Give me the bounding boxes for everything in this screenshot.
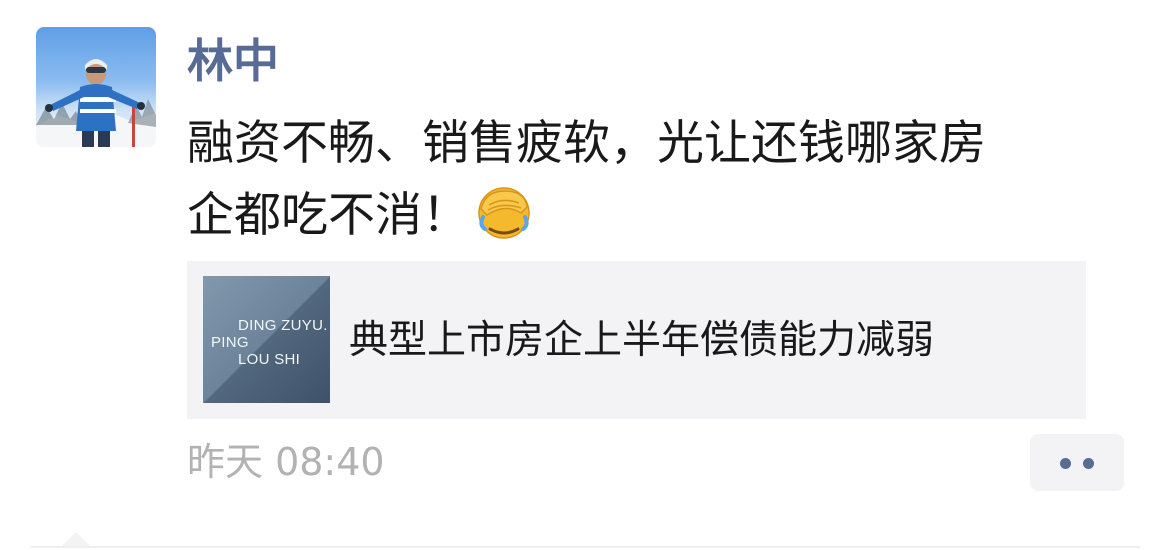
author-name[interactable]: 林中 bbox=[187, 30, 279, 92]
thumb-text: DING ZUYU. bbox=[238, 317, 328, 334]
skier-photo bbox=[36, 59, 156, 147]
post-timestamp: 昨天 08:40 bbox=[187, 440, 385, 484]
post-text: 融资不畅、销售疲软，光让还钱哪家房 企都吃不消！ bbox=[187, 108, 1137, 252]
dot-icon bbox=[1083, 458, 1094, 469]
more-actions-button[interactable] bbox=[1030, 434, 1124, 491]
post-text-line-content: 企都吃不消！ bbox=[187, 188, 469, 243]
post-text-line: 企都吃不消！ bbox=[187, 180, 1137, 252]
link-thumbnail: DING ZUYU. PING LOU SHI bbox=[203, 276, 330, 403]
thumb-text: PING bbox=[211, 334, 249, 351]
dot-icon bbox=[1060, 458, 1071, 469]
divider bbox=[30, 546, 1140, 548]
comment-pointer bbox=[62, 532, 90, 546]
thumb-text: LOU SHI bbox=[238, 351, 301, 368]
link-title: 典型上市房企上半年偿债能力减弱 bbox=[349, 318, 935, 363]
facepalm-emoji-icon bbox=[475, 183, 533, 241]
post-text-line: 融资不畅、销售疲软，光让还钱哪家房 bbox=[187, 116, 986, 171]
avatar[interactable] bbox=[36, 27, 156, 147]
shared-link-card[interactable]: DING ZUYU. PING LOU SHI 典型上市房企上半年偿债能力减弱 bbox=[187, 261, 1086, 419]
